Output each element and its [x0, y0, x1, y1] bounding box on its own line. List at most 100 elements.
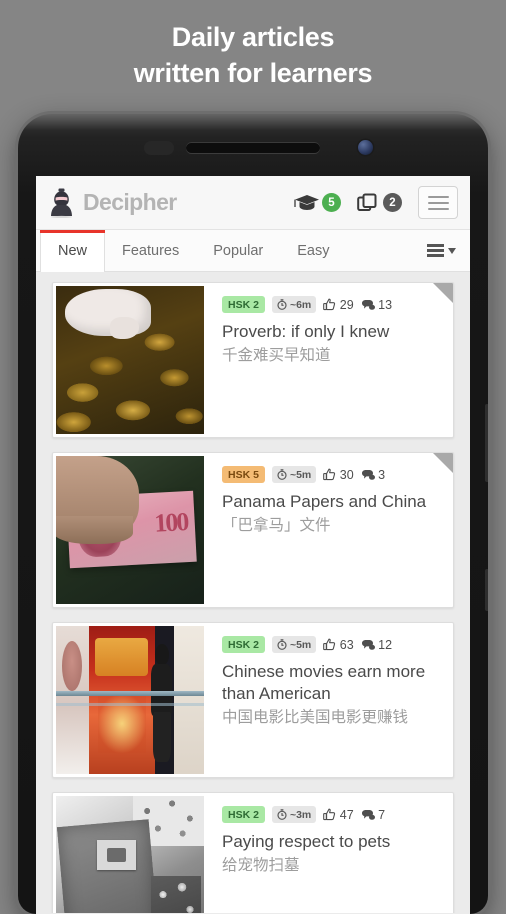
read-time-chip: ~5m	[271, 636, 317, 653]
read-time-value: ~5m	[289, 638, 312, 651]
article-title[interactable]: Proverb: if only I knew	[222, 321, 439, 343]
sort-control[interactable]	[427, 230, 470, 271]
thumbs-up-icon	[323, 468, 336, 481]
tab-new[interactable]: New	[40, 230, 106, 272]
flowers-cluster	[150, 875, 202, 913]
hsk-level-badge: HSK 2	[222, 806, 265, 823]
pet-grave-photo	[56, 796, 204, 913]
article-card[interactable]: HSK 2 ~5m 63 12 Chinese movies earn more…	[52, 622, 454, 778]
article-thumbnail[interactable]	[56, 796, 204, 913]
comment-count-value: 13	[378, 297, 393, 312]
caret-down-icon	[448, 247, 456, 254]
timer-icon	[277, 809, 287, 820]
flashcards-count-badge: 2	[383, 193, 402, 212]
gold-coins-photo	[56, 286, 204, 434]
article-meta-row: HSK 2 ~6m 29 13	[222, 296, 439, 313]
article-title[interactable]: Paying respect to pets	[222, 831, 439, 853]
yuan-banknote-photo	[56, 456, 204, 604]
article-body: HSK 2 ~3m 47 7 Paying respect to pets 给宠…	[207, 793, 453, 913]
timer-icon	[277, 639, 287, 650]
phone-device-frame: Decipher 5 2 New Features Popular Easy H…	[18, 114, 488, 914]
timer-icon	[277, 299, 287, 310]
like-count-value: 29	[339, 297, 354, 312]
like-count-value: 30	[339, 467, 354, 482]
tab-easy[interactable]: Easy	[280, 230, 346, 271]
front-camera-icon	[358, 140, 373, 155]
article-subtitle-chinese: 中国电影比美国电影更赚钱	[222, 708, 409, 726]
article-body: HSK 2 ~6m 29 13 Proverb: if only I knew …	[207, 283, 453, 437]
comment-icon	[361, 469, 375, 480]
earpiece-speaker-icon	[186, 142, 320, 153]
bezel-gloss	[18, 114, 488, 130]
menu-line-1	[427, 195, 449, 198]
article-subtitle-chinese: 千金难买早知道	[222, 346, 331, 364]
sort-line-2	[427, 249, 444, 252]
promo-headline: Daily articles written for learners	[0, 0, 506, 112]
article-body: HSK 2 ~5m 63 12 Chinese movies earn more…	[207, 623, 453, 777]
article-meta-row: HSK 2 ~3m 47 7	[222, 806, 439, 823]
like-count-value: 47	[339, 807, 354, 822]
volume-button[interactable]	[485, 404, 488, 482]
article-card[interactable]: HSK 2 ~3m 47 7 Paying respect to pets 给宠…	[52, 792, 454, 913]
read-time-value: ~5m	[289, 468, 312, 481]
article-card[interactable]: HSK 5 ~5m	[52, 452, 454, 608]
list-lines-icon	[427, 244, 444, 257]
comment-count: 3	[361, 468, 385, 482]
article-thumbnail[interactable]	[56, 626, 204, 774]
flashcards-stat[interactable]: 2	[357, 193, 402, 213]
comment-count-value: 3	[378, 467, 386, 482]
article-meta-row: HSK 5 ~5m 30 3	[222, 466, 439, 483]
hsk-level-badge: HSK 5	[222, 466, 265, 483]
thumbs-up-icon	[323, 298, 336, 311]
comment-icon	[361, 299, 375, 310]
like-count: 29	[323, 297, 354, 312]
pedestrian-body	[150, 663, 173, 716]
article-body: HSK 5 ~5m 30 3 Panama Papers and China 「…	[207, 453, 453, 607]
gloved-hand-shape	[64, 288, 151, 340]
article-title[interactable]: Panama Papers and China	[222, 491, 439, 513]
promo-line-1: Daily articles	[171, 22, 335, 53]
thumbs-up-icon	[323, 638, 336, 651]
sort-line-3	[427, 254, 444, 257]
comment-count-value: 12	[378, 637, 393, 652]
article-subtitle-chinese: 给宠物扫墓	[222, 856, 300, 874]
hamburger-menu-icon[interactable]	[418, 186, 458, 219]
flashcards-icon	[357, 193, 377, 211]
handrail	[56, 691, 204, 697]
read-time-chip: ~6m	[271, 296, 317, 313]
promo-line-2: written for learners	[133, 58, 373, 88]
article-card[interactable]: HSK 2 ~6m 29 13 Proverb: if only I knew …	[52, 282, 454, 438]
corner-fold-marker	[433, 283, 453, 303]
article-thumbnail[interactable]	[56, 286, 204, 434]
brand-name: Decipher	[83, 189, 177, 215]
hand-shape	[56, 456, 139, 544]
study-progress-stat[interactable]: 5	[294, 193, 341, 213]
article-title[interactable]: Chinese movies earn more than American	[222, 661, 439, 705]
graduation-cap-icon	[294, 194, 319, 210]
handrail-lower	[56, 702, 204, 706]
like-count: 63	[323, 637, 354, 652]
article-feed[interactable]: HSK 2 ~6m 29 13 Proverb: if only I knew …	[36, 272, 470, 913]
brand[interactable]: Decipher	[49, 188, 177, 218]
tab-features[interactable]: Features	[105, 230, 196, 271]
article-meta-row: HSK 2 ~5m 63 12	[222, 636, 439, 653]
like-count-value: 63	[339, 637, 354, 652]
comment-count: 7	[361, 808, 385, 822]
corner-fold-marker	[433, 453, 453, 473]
hsk-level-badge: HSK 2	[222, 296, 265, 313]
power-button[interactable]	[485, 569, 488, 611]
article-subtitle-chinese: 「巴拿马」文件	[222, 516, 331, 534]
study-count-badge: 5	[322, 193, 341, 212]
tab-spacer	[346, 230, 427, 271]
movie-poster-center	[88, 626, 156, 774]
timer-icon	[277, 469, 287, 480]
app-header: Decipher 5 2	[36, 176, 470, 230]
movie-poster-left	[56, 626, 89, 774]
memorial-plaque	[97, 840, 136, 870]
read-time-chip: ~5m	[271, 466, 317, 483]
article-thumbnail[interactable]	[56, 456, 204, 604]
menu-line-2	[427, 201, 449, 204]
like-count: 30	[323, 467, 354, 482]
tab-popular[interactable]: Popular	[196, 230, 280, 271]
thumbs-up-icon	[323, 808, 336, 821]
